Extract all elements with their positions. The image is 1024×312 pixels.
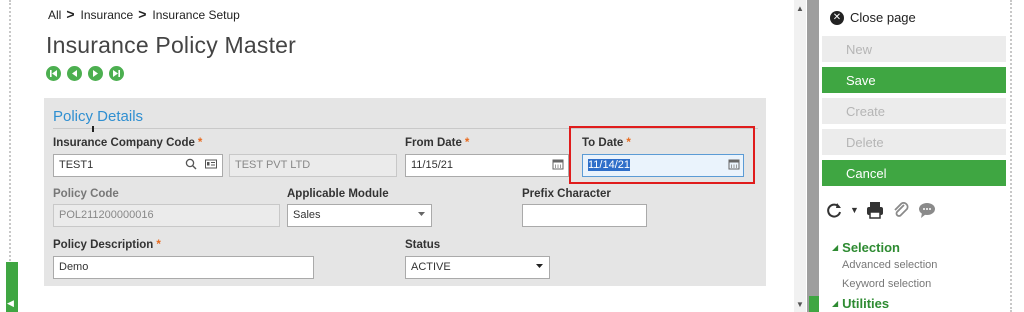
from-date-value: 11/15/21 <box>411 159 454 171</box>
next-record-button[interactable] <box>88 66 103 81</box>
utilities-section-header[interactable]: ◢ Utilities <box>832 296 889 311</box>
utilities-section-title: Utilities <box>842 296 890 311</box>
advanced-selection-link[interactable]: Advanced selection <box>842 259 937 271</box>
status-label: Status <box>405 239 441 251</box>
close-page-link[interactable]: ✕ Close page <box>830 10 916 25</box>
status-value: ACTIVE <box>411 261 451 273</box>
left-arrow-icon: ◀ <box>7 298 14 308</box>
breadcrumb-separator: > <box>66 6 75 22</box>
insurance-company-name-field: TEST PVT LTD <box>229 154 397 177</box>
keyword-selection-link[interactable]: Keyword selection <box>842 278 931 290</box>
expand-triangle-icon: ◢ <box>832 299 839 308</box>
prefix-character-label: Prefix Character <box>522 188 611 200</box>
toolbar: ▼ <box>824 200 937 220</box>
required-marker: * <box>156 239 161 251</box>
calendar-icon[interactable] <box>552 158 564 173</box>
applicable-module-select[interactable]: Sales <box>287 204 432 227</box>
refresh-dropdown-icon[interactable]: ▼ <box>850 205 859 215</box>
from-date-label: From Date * <box>405 137 470 149</box>
attachment-icon[interactable] <box>891 200 911 220</box>
to-date-highlight-box <box>569 126 755 184</box>
scroll-up-icon[interactable]: ▲ <box>796 4 804 13</box>
save-button[interactable]: Save <box>822 67 1006 93</box>
next-icon <box>93 70 98 77</box>
first-icon <box>50 70 57 77</box>
create-button[interactable]: Create <box>822 98 1006 124</box>
page-title: Insurance Policy Master <box>46 32 297 58</box>
right-collapse-tab[interactable] <box>809 296 819 312</box>
selection-section-title: Selection <box>842 240 900 255</box>
first-record-button[interactable] <box>46 66 61 81</box>
policy-code-field: POL211200000016 <box>53 204 280 227</box>
last-record-button[interactable] <box>109 66 124 81</box>
insurance-company-code-input[interactable]: TEST1 <box>53 154 223 177</box>
policy-description-label: Policy Description * <box>53 239 161 251</box>
required-marker: * <box>464 137 470 149</box>
insurance-company-code-value: TEST1 <box>59 159 94 171</box>
right-dotted-border <box>1010 0 1012 312</box>
delete-button[interactable]: Delete <box>822 129 1006 155</box>
comment-icon[interactable] <box>917 200 937 220</box>
chevron-down-icon <box>417 209 426 221</box>
required-marker: * <box>197 137 203 149</box>
close-page-label: Close page <box>850 10 916 25</box>
from-date-input[interactable]: 11/15/21 <box>405 154 569 177</box>
expand-triangle-icon: ◢ <box>832 243 839 252</box>
left-edge: ◀ <box>0 0 20 312</box>
previous-icon <box>72 70 77 77</box>
right-action-panel: ✕ Close page New Save Create Delete Canc… <box>820 0 1024 312</box>
breadcrumb-separator: > <box>138 6 147 22</box>
record-navigation <box>46 66 124 81</box>
breadcrumb-item-insurance-setup[interactable]: Insurance Setup <box>152 8 239 22</box>
prefix-character-input[interactable] <box>522 204 647 227</box>
close-icon: ✕ <box>830 10 844 25</box>
new-button[interactable]: New <box>822 36 1006 62</box>
breadcrumb-item-all[interactable]: All <box>48 8 61 22</box>
refresh-icon[interactable] <box>824 200 844 220</box>
search-icon[interactable] <box>185 158 197 173</box>
breadcrumb-item-insurance[interactable]: Insurance <box>81 8 134 22</box>
insurance-company-code-label: Insurance Company Code * <box>53 137 203 149</box>
left-collapse-tab[interactable]: ◀ <box>6 262 18 312</box>
panel-splitter[interactable] <box>807 0 819 312</box>
main-scrollbar[interactable]: ▲ ▼ <box>794 0 806 312</box>
lookup-card-icon[interactable] <box>205 158 217 173</box>
policy-description-input[interactable]: Demo <box>53 256 314 279</box>
previous-record-button[interactable] <box>67 66 82 81</box>
status-select[interactable]: ACTIVE <box>405 256 550 279</box>
applicable-module-label: Applicable Module <box>287 188 389 200</box>
selection-section-header[interactable]: ◢ Selection <box>832 240 900 255</box>
cursor-marker <box>92 126 94 132</box>
last-icon <box>113 70 120 77</box>
panel-title: Policy Details <box>53 108 144 125</box>
print-icon[interactable] <box>865 200 885 220</box>
applicable-module-value: Sales <box>293 209 321 221</box>
chevron-down-icon <box>535 261 544 273</box>
scroll-down-icon[interactable]: ▼ <box>796 300 804 309</box>
cancel-button[interactable]: Cancel <box>822 160 1006 186</box>
policy-code-label: Policy Code <box>53 188 119 200</box>
breadcrumb: All > Insurance > Insurance Setup <box>48 6 242 22</box>
